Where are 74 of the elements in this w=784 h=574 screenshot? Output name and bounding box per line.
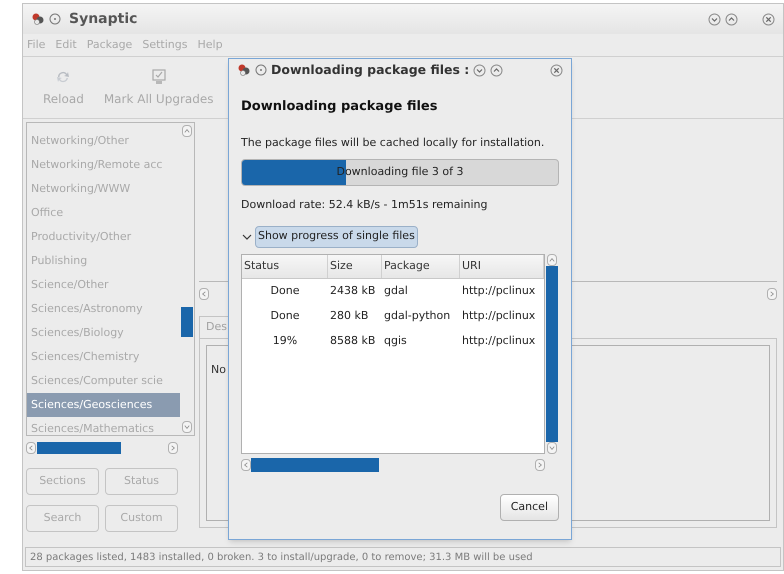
scrollbar-thumb[interactable] [181,307,193,337]
minimize-button[interactable] [473,64,486,76]
dialog-description: The package files will be cached locally for installation. [241,134,546,150]
maximize-button[interactable] [725,12,738,26]
toolbar-button[interactable]: Mark All Upgrades [100,68,218,108]
status-cell-text: 19% [272,332,298,349]
column-header[interactable]: Status [242,254,328,278]
section-item[interactable]: Networking/WWW [27,177,180,201]
size-cell-text: 8588 kB [329,332,376,349]
close-button[interactable] [762,12,775,26]
scrollbar-thumb[interactable] [251,458,379,472]
package-cell-text: gdal [383,282,409,299]
column-header[interactable]: Size [328,254,382,278]
filter-button[interactable]: Search [26,505,99,532]
details-text: No [211,362,226,376]
section-item[interactable]: Science/Other [27,273,180,297]
expander-button[interactable]: Show progress of single files [255,226,418,248]
status-text: 28 packages listed, 1483 installed, 0 broken. 3 to install/upgrade, 0 to remove; 31.3 MB will be used [30,550,533,564]
scroll-left-button[interactable] [241,458,251,470]
download-rate: Download rate: 52.4 kB/s - 1m51s remaining [241,197,489,213]
scrollbar-thumb[interactable] [37,442,121,454]
filter-button[interactable]: Status [105,468,178,495]
uri-cell-text: http://pclinux [461,282,536,299]
scroll-left-button[interactable] [199,288,209,300]
package-cell-text: qgis [383,332,408,349]
filter-button[interactable]: Custom [105,505,178,532]
scroll-right-button[interactable] [767,288,777,300]
section-item[interactable]: Networking/Remote acc [27,153,180,177]
menu-item[interactable]: Edit [55,36,77,54]
dialog-heading: Downloading package files [241,98,438,116]
uri-cell-text: http://pclinux [461,332,536,349]
scroll-up-button[interactable] [547,254,557,266]
menu-item[interactable]: Help [197,36,223,54]
size-cell-text: 280 kB [329,308,370,324]
app-icon [237,63,251,77]
section-item[interactable]: Publishing [27,249,180,273]
section-item[interactable]: Sciences/Geosciences [27,393,180,417]
uri-cell-text: http://pclinux [461,308,536,324]
section-item[interactable]: Office [27,201,180,225]
section-item[interactable]: Sciences/Computer scie [27,369,180,393]
status-cell-text: Done [270,308,300,324]
section-item[interactable]: Sciences/Astronomy [27,297,180,321]
maximize-button[interactable] [490,64,504,76]
section-item[interactable]: Sciences/Mathematics [27,417,180,435]
close-button[interactable] [550,64,563,76]
window-title: Synaptic [69,10,138,28]
section-item[interactable]: Productivity/Other [27,225,180,249]
section-item[interactable]: Sciences/Chemistry [27,345,180,369]
scrollbar-thumb[interactable] [546,266,558,442]
filter-button[interactable]: Sections [26,468,99,495]
toolbar-button[interactable]: Reload [39,68,88,108]
section-item[interactable]: Sciences/Biology [27,321,180,345]
cancel-button[interactable]: Cancel [500,494,559,521]
scroll-down-button[interactable] [182,421,192,433]
scroll-down-button[interactable] [547,442,557,454]
app-icon [31,12,45,26]
pin-icon[interactable] [49,13,61,25]
size-cell-text: 2438 kB [329,282,376,299]
dialog-title: Downloading package files : [271,60,470,79]
status-cell-text: Done [270,282,300,299]
minimize-button[interactable] [708,12,721,26]
section-item[interactable]: Networking/Other [27,129,180,153]
monitor-icon [150,68,168,86]
scroll-right-button[interactable] [168,442,178,454]
pin-icon[interactable] [255,64,267,76]
scroll-up-button[interactable] [182,125,192,137]
column-header[interactable]: Package [382,254,460,278]
column-header[interactable]: URI [460,254,544,278]
menu-item[interactable]: Package [86,36,132,54]
scroll-left-button[interactable] [26,442,36,454]
scroll-right-button[interactable] [535,458,545,470]
menu-item[interactable]: File [27,36,46,54]
menu-item[interactable]: Settings [142,36,188,54]
package-cell-text: gdal-python [383,308,452,324]
